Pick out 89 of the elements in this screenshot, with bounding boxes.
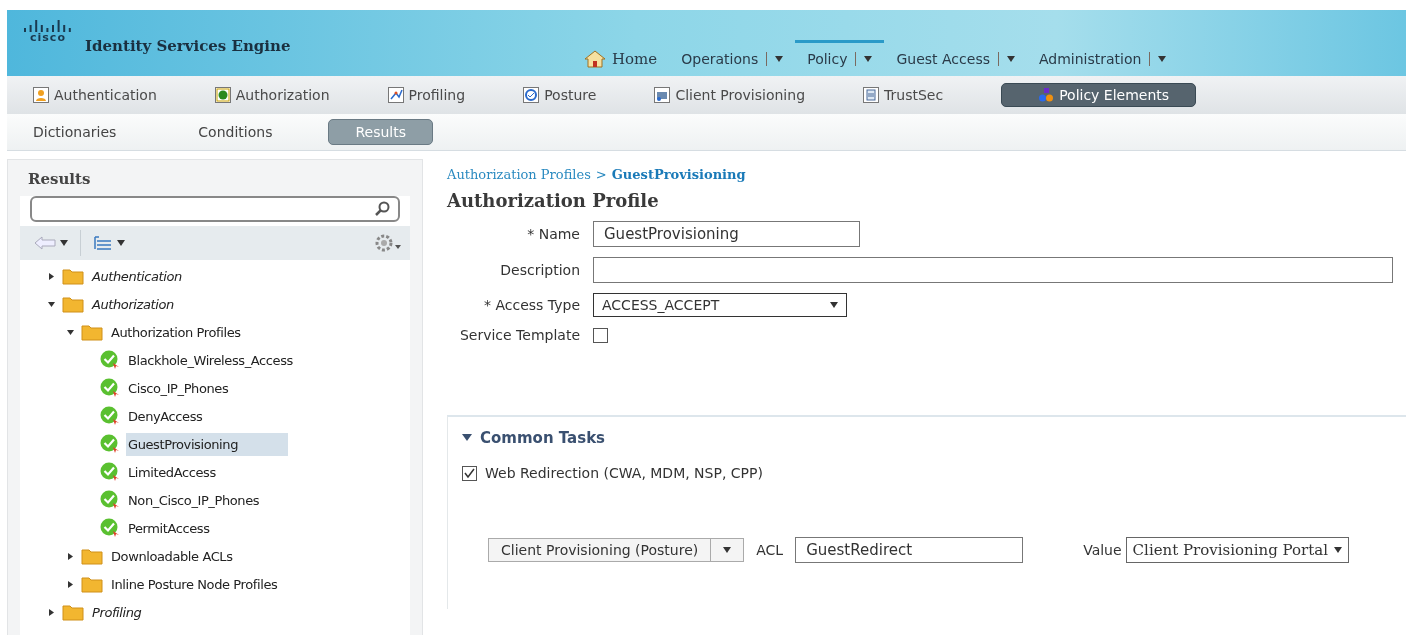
expanded-arrow-icon[interactable] — [47, 300, 55, 308]
nav-tab[interactable]: Administration — [1026, 40, 1179, 73]
tree-item[interactable]: Inline Posture Node Profiles — [109, 572, 280, 596]
tree-item[interactable]: PermitAccess — [126, 516, 212, 540]
profile-check-icon — [100, 490, 120, 510]
name-field[interactable]: GuestProvisioning — [593, 221, 860, 247]
nav-tab[interactable]: Operations — [669, 40, 796, 73]
nav-tab[interactable]: Policy — [795, 40, 885, 73]
section-toggle[interactable]: Common Tasks — [462, 429, 606, 447]
search-icon — [374, 201, 390, 217]
house-icon — [584, 50, 606, 68]
tree-item[interactable]: Downloadable ACLs — [109, 544, 235, 568]
caret-icon — [864, 56, 873, 62]
caret-icon — [60, 240, 68, 246]
checkbox-label: Web Redirection (CWA, MDM, NSP, CPP) — [485, 465, 763, 481]
caret-icon — [117, 240, 125, 246]
tree-item[interactable]: Blackhole_Wireless_Access — [126, 348, 295, 372]
field-label: Service Template — [458, 327, 581, 343]
field-label: Description — [499, 262, 581, 278]
value-label: Value — [1083, 542, 1122, 558]
graph-icon — [387, 87, 404, 103]
acl-field[interactable]: GuestRedirect — [795, 537, 1024, 563]
acl-label: ACL — [756, 542, 784, 558]
folder-icon — [62, 295, 84, 313]
access-type-dropdown[interactable]: ACCESS_ACCEPT — [593, 293, 847, 317]
settings-icon[interactable] — [374, 233, 402, 253]
collapsed-arrow-icon[interactable] — [47, 608, 55, 616]
breadcrumb-current: GuestProvisioning — [611, 167, 746, 182]
profile-check-icon — [100, 434, 120, 454]
tree-item[interactable]: Authorization — [90, 292, 176, 316]
section-tab[interactable]: Posture — [523, 84, 619, 106]
folder-icon — [62, 267, 84, 285]
profile-check-icon — [100, 518, 120, 538]
section-tab[interactable]: Authentication — [33, 84, 179, 106]
folder-icon — [81, 575, 103, 593]
section-tab[interactable]: Profiling — [387, 84, 488, 106]
expanded-arrow-icon[interactable] — [66, 328, 74, 336]
logo-text: cisco — [30, 32, 66, 43]
section-tab[interactable]: Policy Elements — [1001, 83, 1197, 107]
profile-check-icon — [100, 350, 120, 370]
tree-item[interactable]: Authorization Profiles — [109, 320, 243, 344]
breadcrumb-separator: > — [595, 167, 607, 182]
folder-icon — [81, 547, 103, 565]
profile-check-icon — [100, 378, 120, 398]
caret-icon — [830, 302, 838, 308]
field-label: * Name — [526, 226, 581, 242]
form-title: Authorization Profile — [447, 190, 660, 211]
caret-icon — [1006, 56, 1015, 62]
search-field[interactable] — [30, 196, 400, 222]
profile-check-icon — [100, 406, 120, 426]
checkbox[interactable] — [462, 465, 477, 481]
value-dropdown[interactable]: Client Provisioning Portal — [1125, 537, 1350, 563]
tree-item[interactable]: Profiling — [90, 600, 144, 624]
tree-item[interactable]: GuestProvisioning — [126, 432, 288, 456]
logo-bars-icon — [23, 20, 73, 32]
nav-tab[interactable]: Home — [572, 39, 670, 74]
collapsed-arrow-icon[interactable] — [47, 272, 55, 280]
folder-icon — [81, 323, 103, 341]
section-tab[interactable]: TrustSec — [863, 84, 966, 106]
section-tab[interactable]: Client Provisioning — [654, 84, 827, 106]
product-title: Identity Services Engine — [85, 37, 291, 55]
profile-check-icon — [100, 462, 120, 482]
person-icon — [33, 87, 49, 103]
folder-icon — [62, 603, 84, 621]
doc-icon — [863, 87, 879, 103]
section-tab[interactable]: Authorization — [214, 84, 352, 106]
breadcrumb-link[interactable]: Authorization Profiles — [447, 167, 591, 182]
sub-tab[interactable]: Conditions — [172, 120, 299, 144]
tree-item[interactable]: Non_Cisco_IP_Phones — [126, 488, 262, 512]
nav-tab[interactable]: Guest Access — [884, 40, 1027, 73]
field-label: * Access Type — [483, 297, 581, 313]
collapse-arrow-icon — [462, 434, 472, 442]
description-field[interactable] — [593, 257, 1393, 283]
checkbox[interactable] — [593, 327, 608, 343]
collapsed-arrow-icon[interactable] — [66, 552, 74, 560]
tree-view-icon[interactable] — [93, 235, 113, 251]
caret-icon — [1334, 547, 1343, 553]
collapsed-arrow-icon[interactable] — [66, 580, 74, 588]
cubes-icon — [1038, 87, 1055, 103]
sidebar-title: Results — [28, 170, 92, 188]
sub-tab[interactable]: Dictionaries — [33, 120, 143, 144]
redirect-type-dropdown[interactable]: Client Provisioning (Posture) — [488, 538, 745, 562]
caret-icon — [775, 56, 784, 62]
tree-item[interactable]: Cisco_IP_Phones — [126, 376, 231, 400]
tree-item[interactable]: LimitedAccess — [126, 460, 218, 484]
tree-item[interactable]: DenyAccess — [126, 404, 205, 428]
tree-item[interactable]: Authentication — [90, 264, 184, 288]
caret-icon — [1158, 56, 1167, 62]
caret-icon — [723, 547, 732, 553]
